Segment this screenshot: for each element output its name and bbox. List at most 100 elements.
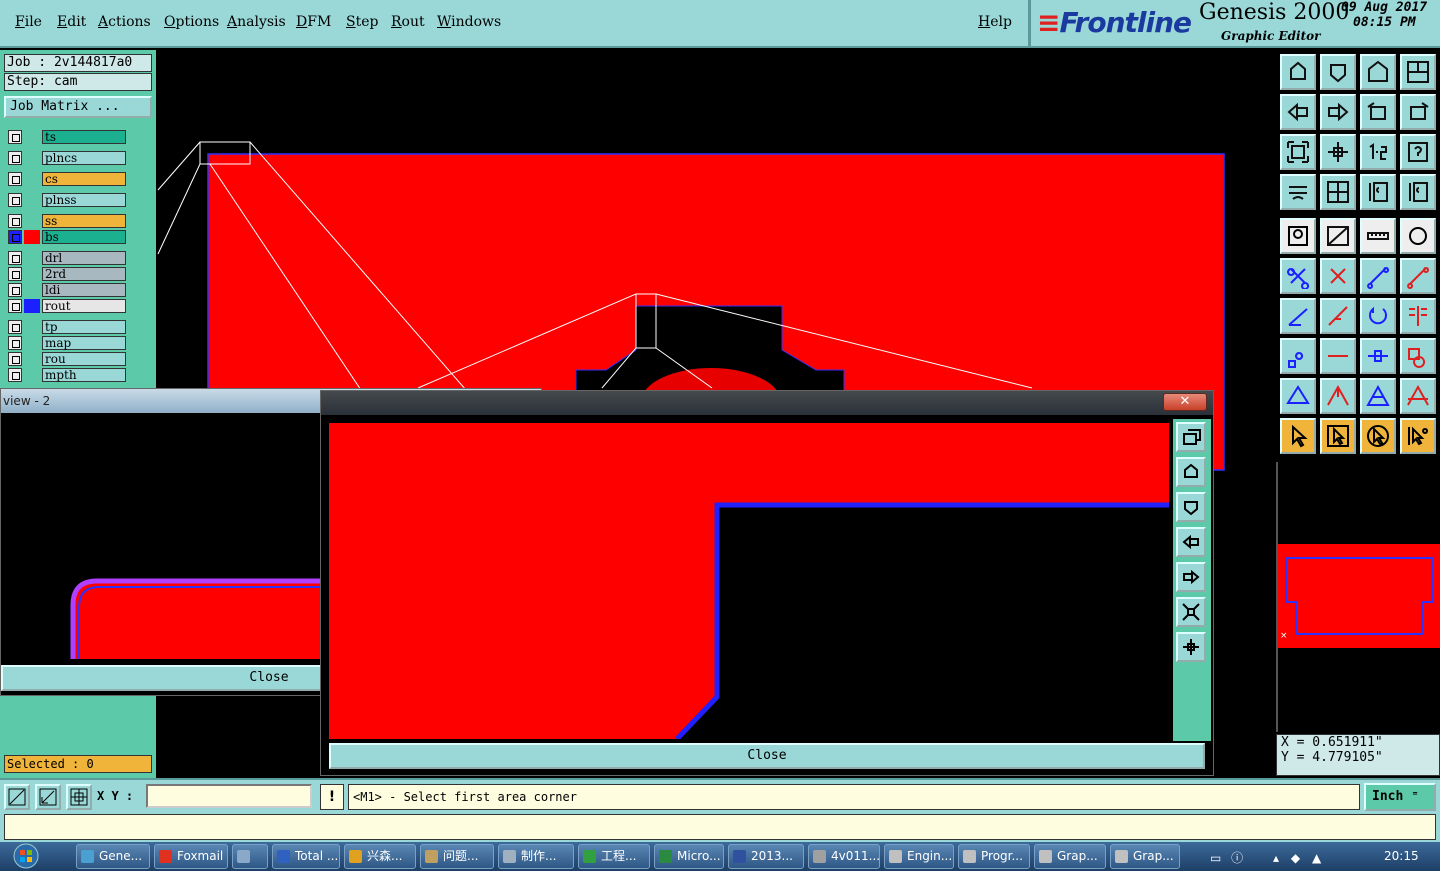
zoom-center-icon[interactable]: [1176, 632, 1206, 662]
pointer-circle-icon[interactable]: [1360, 418, 1396, 454]
cut-line-icon[interactable]: [1320, 338, 1356, 374]
poly-cut-icon[interactable]: [1400, 378, 1436, 414]
grid-icon[interactable]: [66, 784, 92, 810]
taskbar-item[interactable]: 2013...: [728, 844, 804, 869]
measure-icon[interactable]: [35, 784, 61, 810]
redo-view-icon[interactable]: [1400, 94, 1436, 130]
node-edit-icon[interactable]: [1280, 258, 1316, 294]
taskbar-item[interactable]: Total ...: [272, 844, 340, 869]
taskbar-item[interactable]: 制作...: [498, 844, 574, 869]
menu-options[interactable]: Options: [164, 14, 219, 30]
zoom-1-2-icon[interactable]: [1360, 134, 1396, 170]
add-pad-icon[interactable]: [1280, 338, 1316, 374]
taskbar-item[interactable]: 工程...: [578, 844, 650, 869]
layer-checkbox[interactable]: [8, 352, 22, 366]
layer-row-rou[interactable]: rou: [6, 351, 126, 367]
layer-row-map[interactable]: map: [6, 335, 126, 351]
layer-row-ss[interactable]: ss: [6, 213, 126, 229]
taskbar-item[interactable]: 4v011...: [808, 844, 880, 869]
taskbar-item[interactable]: Micro...: [654, 844, 724, 869]
taskbar-item[interactable]: 问题...: [420, 844, 494, 869]
help-circle-icon[interactable]: ⓘ: [1231, 851, 1243, 865]
keyboard-icon[interactable]: ▭: [1210, 851, 1221, 865]
layer-checkbox[interactable]: [8, 151, 22, 165]
layer-row-cs[interactable]: cs: [6, 171, 126, 187]
delete-feature-icon[interactable]: [1320, 258, 1356, 294]
taskbar-item[interactable]: Engin...: [884, 844, 954, 869]
fill-mode-icon[interactable]: [1320, 218, 1356, 254]
menu-file[interactable]: File: [15, 14, 42, 30]
taskbar-item[interactable]: 兴森...: [344, 844, 416, 869]
pan-left-icon[interactable]: [1176, 527, 1206, 557]
layer-checkbox[interactable]: [8, 214, 22, 228]
poly-close-icon[interactable]: [1360, 378, 1396, 414]
poly-extend-icon[interactable]: [1320, 378, 1356, 414]
zoom-down-icon[interactable]: [1176, 492, 1206, 522]
xy-input[interactable]: [146, 784, 312, 808]
view-window-1-close-icon[interactable]: ✕: [1163, 393, 1207, 411]
step-up-icon[interactable]: [1280, 54, 1316, 90]
volume-icon[interactable]: ▲: [1312, 851, 1321, 865]
overlap-icon[interactable]: [1400, 338, 1436, 374]
menu-dfm[interactable]: DFM: [296, 14, 331, 30]
layer-checkbox[interactable]: [8, 320, 22, 334]
select-pad-icon[interactable]: [1280, 218, 1316, 254]
layer-checkbox[interactable]: [8, 130, 22, 144]
zoom-up-icon[interactable]: [1176, 457, 1206, 487]
line-draw-icon[interactable]: [1280, 298, 1316, 334]
layer-checkbox[interactable]: [8, 368, 22, 382]
overview-map[interactable]: ×: [1276, 462, 1440, 732]
line-extend-icon[interactable]: [1320, 298, 1356, 334]
view-window-1-canvas[interactable]: [329, 423, 1169, 741]
layer-row-plnss[interactable]: plnss: [6, 192, 126, 208]
layer-checkbox[interactable]: [8, 267, 22, 281]
zoom-center-icon[interactable]: [1320, 134, 1356, 170]
home-icon[interactable]: [1360, 54, 1396, 90]
pan-right-icon[interactable]: [1176, 562, 1206, 592]
menu-rout[interactable]: Rout: [391, 14, 425, 30]
layer-checkbox[interactable]: [8, 172, 22, 186]
measure-ruler-icon[interactable]: [1360, 218, 1396, 254]
menu-actions[interactable]: Actions: [98, 14, 151, 30]
menu-windows[interactable]: Windows: [437, 14, 501, 30]
job-matrix-button[interactable]: Job Matrix ...: [4, 96, 152, 118]
pan-left-icon[interactable]: [1280, 94, 1316, 130]
pointer-icon[interactable]: [1280, 418, 1316, 454]
move-feature-icon[interactable]: [1360, 258, 1396, 294]
help-icon[interactable]: [1400, 134, 1436, 170]
window-restore-icon[interactable]: [1176, 422, 1206, 452]
layer-row-plncs[interactable]: plncs: [6, 150, 126, 166]
layer-row-2rd[interactable]: 2rd: [6, 266, 126, 282]
layer-row-mpth[interactable]: mpth: [6, 367, 126, 383]
layer-checkbox[interactable]: [8, 336, 22, 350]
mirror-icon[interactable]: [1400, 298, 1436, 334]
menu-analysis[interactable]: Analysis: [227, 14, 286, 30]
window-split-icon[interactable]: [1400, 54, 1436, 90]
taskbar-item[interactable]: [232, 844, 268, 869]
view-window-1-close-button[interactable]: Close: [329, 743, 1205, 769]
grid-icon[interactable]: [1320, 174, 1356, 210]
menu-edit[interactable]: Edit: [57, 14, 86, 30]
start-button[interactable]: [8, 842, 44, 871]
zoom-fit-icon[interactable]: [1176, 597, 1206, 627]
pan-right-icon[interactable]: [1320, 94, 1356, 130]
layer-row-bs[interactable]: bs: [6, 229, 126, 245]
taskbar-item[interactable]: Gene...: [76, 844, 150, 869]
taskbar-item[interactable]: Grap...: [1034, 844, 1106, 869]
view-window-1-titlebar[interactable]: [321, 391, 1213, 415]
poly-add-icon[interactable]: [1280, 378, 1316, 414]
taskbar-item[interactable]: Grap...: [1110, 844, 1180, 869]
pointer-multi-icon[interactable]: [1400, 418, 1436, 454]
rotate-icon[interactable]: [1360, 298, 1396, 334]
pointer-box-icon[interactable]: [1320, 418, 1356, 454]
step-down-icon[interactable]: [1320, 54, 1356, 90]
resize-icon[interactable]: [1360, 338, 1396, 374]
snap-icon[interactable]: [4, 784, 30, 810]
layer-checkbox[interactable]: [8, 283, 22, 297]
settings-icon[interactable]: [1280, 174, 1316, 210]
menu-step[interactable]: Step: [346, 14, 378, 30]
layer-color-icon[interactable]: [1360, 174, 1396, 210]
layer-color-2-icon[interactable]: [1400, 174, 1436, 210]
layer-checkbox[interactable]: [8, 193, 22, 207]
undo-view-icon[interactable]: [1360, 94, 1396, 130]
